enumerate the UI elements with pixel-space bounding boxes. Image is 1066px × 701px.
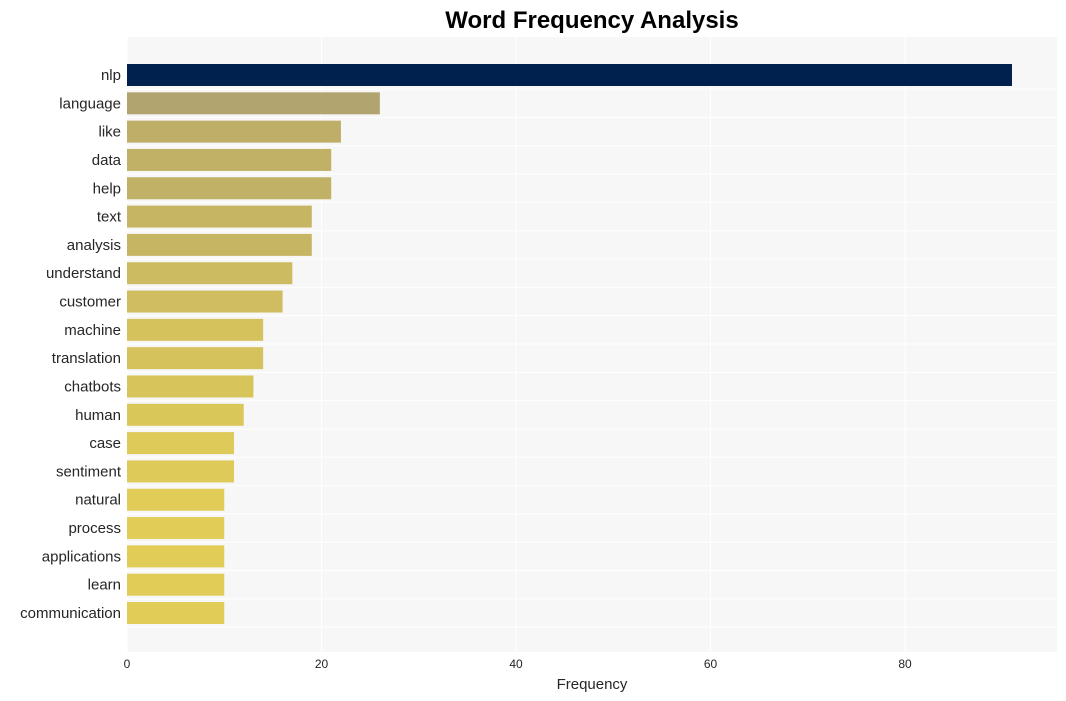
x-axis-label: Frequency [557, 676, 628, 693]
bar-process [127, 517, 225, 540]
y-tick-label: learn [88, 577, 121, 594]
bar-communication [127, 602, 225, 624]
bar-case [127, 432, 234, 455]
bar-like [127, 120, 341, 143]
y-tick-label: case [89, 435, 121, 452]
x-tick-label: 40 [509, 657, 523, 671]
y-tick-label: process [68, 520, 121, 537]
y-tick-label: understand [46, 265, 121, 282]
y-tick-label: language [59, 95, 121, 112]
y-tick-label: data [92, 152, 122, 169]
y-tick-label: customer [59, 294, 121, 311]
bar-chart: Word Frequency Analysis nlp language like d… [20, 7, 1057, 693]
y-tick-label: sentiment [56, 463, 122, 480]
bar-help [127, 177, 332, 200]
bar-language [127, 92, 380, 115]
bar-applications [127, 545, 225, 568]
y-tick-label: communication [20, 605, 121, 622]
y-tick-label: nlp [101, 67, 121, 84]
bar-natural [127, 488, 225, 511]
y-tick-label: help [93, 180, 121, 197]
x-tick-label: 80 [898, 657, 912, 671]
y-tick-label: chatbots [64, 378, 121, 395]
bar-nlp [127, 64, 1012, 86]
bar-machine [127, 318, 264, 341]
y-tick-label: text [97, 209, 122, 226]
chart-title: Word Frequency Analysis [445, 7, 738, 34]
bar-human [127, 403, 244, 426]
bar-data [127, 148, 332, 171]
y-tick-label: human [75, 407, 121, 424]
bar-sentiment [127, 460, 234, 483]
x-tick-label: 60 [704, 657, 718, 671]
y-axis-tick-labels: nlp language like data help text analysis under… [20, 67, 122, 622]
y-tick-label: applications [42, 548, 121, 565]
bar-translation [127, 347, 264, 370]
bar-text [127, 205, 312, 228]
y-tick-label: like [98, 124, 121, 141]
y-tick-label: translation [52, 350, 121, 367]
x-tick-label: 20 [315, 657, 329, 671]
bar-learn [127, 573, 225, 596]
bar-chatbots [127, 375, 254, 398]
x-tick-label: 0 [124, 657, 131, 671]
x-axis-tick-labels: 0 20 40 60 80 [124, 657, 912, 671]
y-tick-label: analysis [67, 237, 121, 254]
bar-customer [127, 290, 283, 313]
bar-understand [127, 262, 293, 285]
y-tick-label: machine [64, 322, 121, 339]
bar-analysis [127, 233, 312, 256]
y-tick-label: natural [75, 492, 121, 509]
